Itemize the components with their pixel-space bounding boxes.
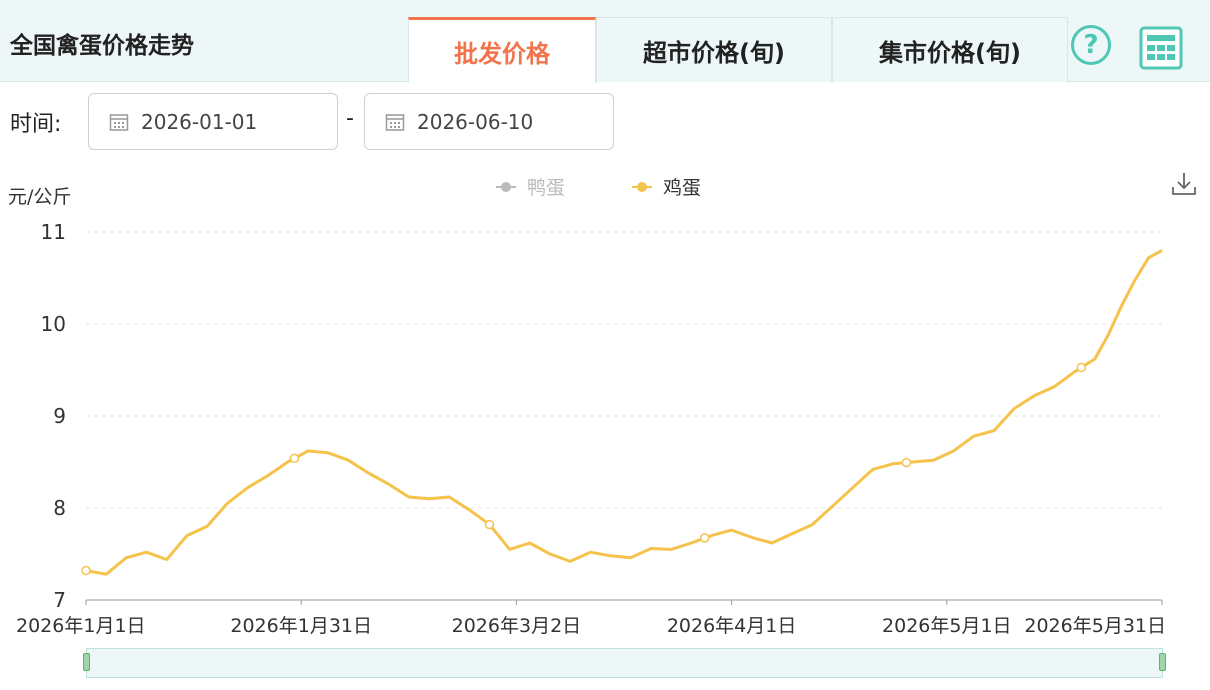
legend-item-chicken-egg[interactable]: 鸡蛋 (632, 177, 701, 199)
legend: 鸭蛋 鸡蛋 (496, 177, 701, 199)
end-date-value: 2026-06-10 (417, 109, 534, 134)
date-range-slider[interactable] (86, 648, 1163, 678)
calendar-icon (109, 113, 129, 131)
y-tick-label: 7 (53, 588, 66, 612)
data-point-marker[interactable] (289, 453, 300, 464)
price-chart: 元/公斤 鸭蛋 鸡蛋 7 8 9 10 11 2026年1月1日 2026年1月31日 20… (8, 177, 1166, 637)
table-icon[interactable] (1138, 25, 1184, 71)
help-icon[interactable]: ? (1071, 25, 1111, 65)
x-tick-label: 2026年3月2日 (452, 615, 582, 637)
slider-start-handle[interactable] (83, 653, 90, 671)
x-tick-label: 2026年1月1日 (16, 615, 146, 637)
legend-item-duck-egg[interactable]: 鸭蛋 (496, 177, 565, 199)
slider-end-handle[interactable] (1159, 653, 1166, 671)
data-point-marker[interactable] (81, 565, 91, 576)
data-point-marker[interactable] (1076, 362, 1087, 373)
legend-label-duck-egg: 鸭蛋 (527, 177, 565, 199)
date-separator: - (346, 106, 354, 131)
y-axis-label: 元/公斤 (8, 186, 71, 208)
chicken-egg-series-line (85, 249, 1163, 576)
x-tick-label: 2026年1月31日 (230, 615, 372, 637)
x-tick-label: 2026年5月31日 (1024, 615, 1166, 637)
y-tick-label: 10 (41, 312, 66, 336)
calendar-icon (385, 113, 405, 131)
start-date-input[interactable]: 2026-01-01 (88, 93, 338, 150)
x-tick-label: 2026年4月1日 (667, 615, 797, 637)
legend-label-chicken-egg: 鸡蛋 (663, 177, 701, 199)
y-tick-label: 11 (41, 220, 66, 244)
start-date-value: 2026-01-01 (141, 109, 258, 134)
data-point-marker[interactable] (901, 457, 912, 468)
tab-supermarket-price[interactable]: 超市价格(旬) (596, 17, 832, 82)
data-point-marker[interactable] (484, 519, 495, 530)
header-bar: 全国禽蛋价格走势 批发价格 超市价格(旬) 集市价格(旬) ? (0, 0, 1210, 83)
tab-wholesale-price[interactable]: 批发价格 (408, 17, 596, 83)
time-label: 时间: (10, 112, 62, 137)
page-title: 全国禽蛋价格走势 (10, 33, 194, 59)
end-date-input[interactable]: 2026-06-10 (364, 93, 614, 150)
y-tick-label: 8 (53, 496, 66, 520)
tab-market-price[interactable]: 集市价格(旬) (832, 17, 1068, 82)
y-tick-label: 9 (53, 404, 66, 428)
data-point-marker[interactable] (699, 533, 710, 543)
x-tick-label: 2026年5月1日 (882, 615, 1012, 637)
